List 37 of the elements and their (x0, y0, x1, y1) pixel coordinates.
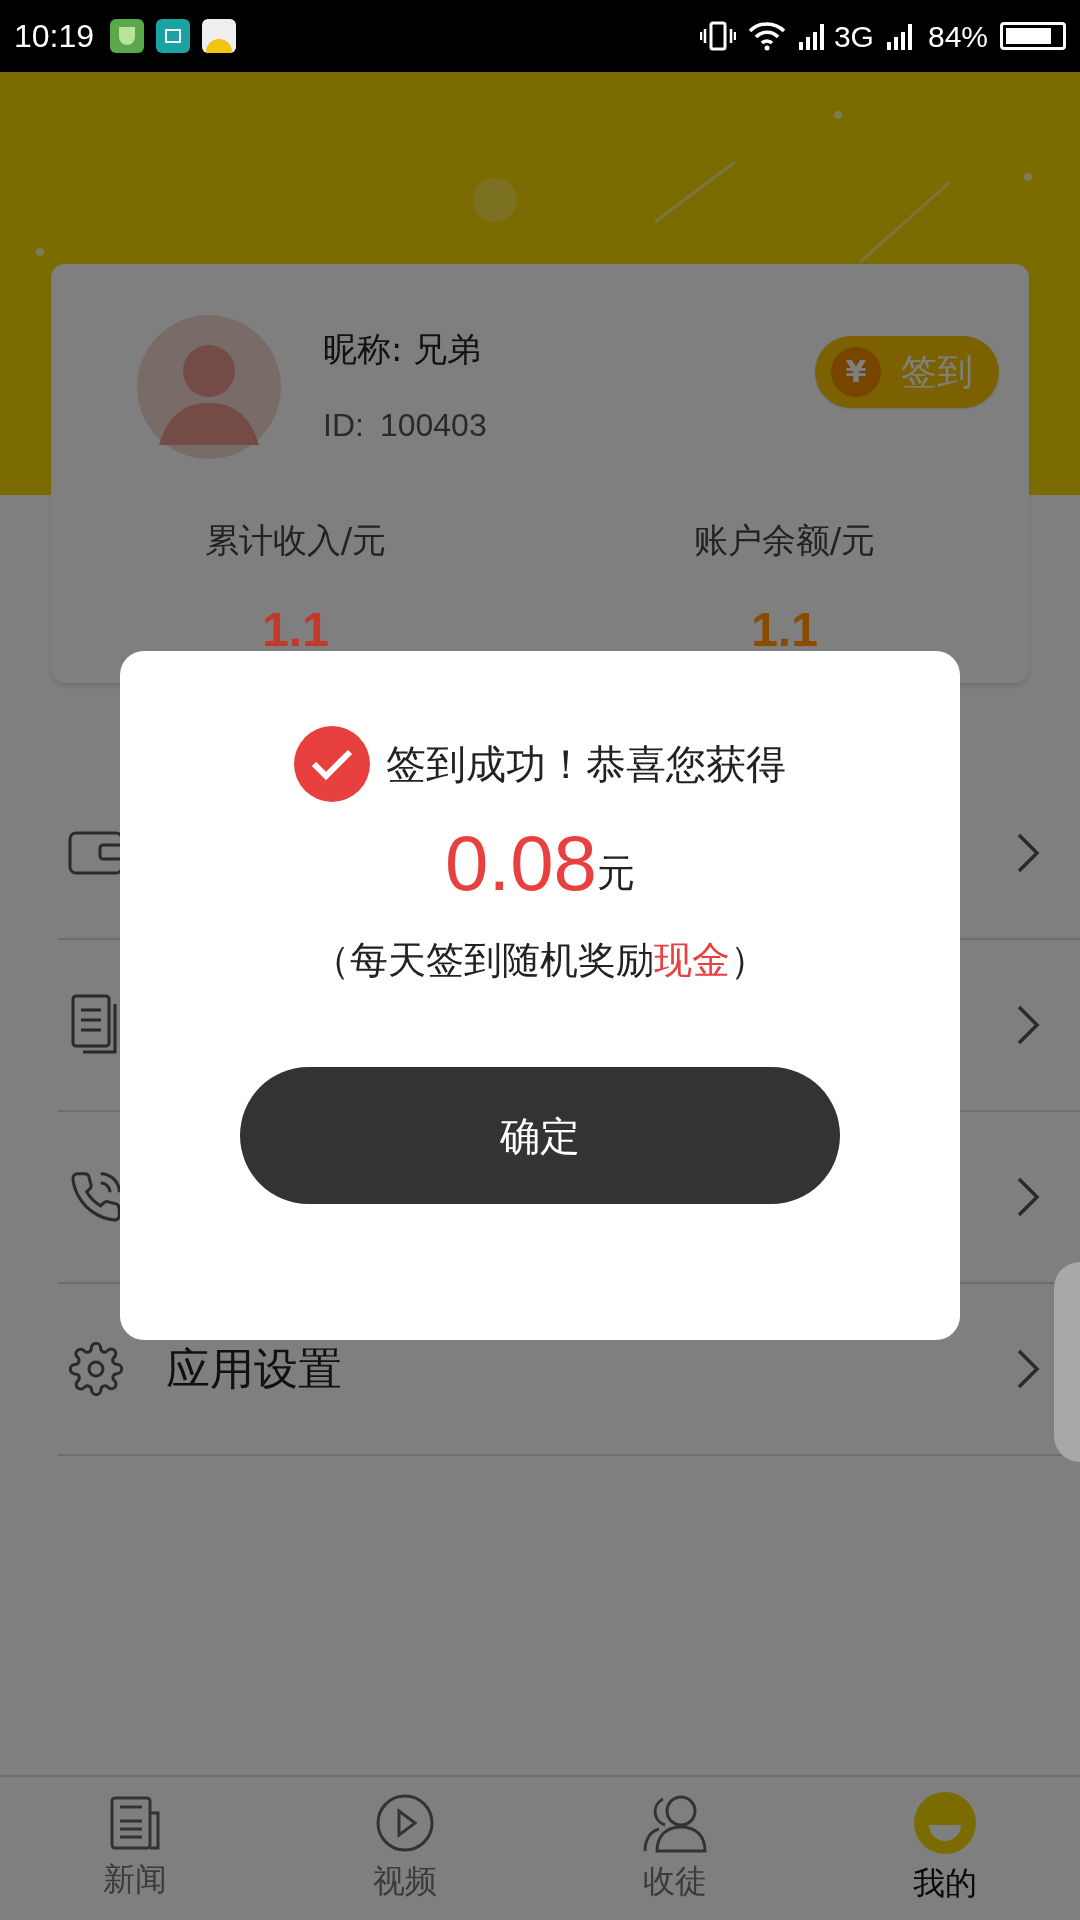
chevron-right-icon (1016, 1004, 1040, 1046)
scan-app-icon (156, 19, 191, 53)
stat-label: 账户余额/元 (693, 519, 876, 562)
id-label: ID: (323, 406, 364, 445)
currency-unit: 元 (596, 850, 635, 897)
network-type: 3G (833, 18, 874, 55)
newspaper-icon (108, 1794, 162, 1851)
stat-value: 1.1 (262, 602, 329, 658)
nav-tab[interactable]: 视频 (270, 1777, 540, 1920)
nav-tab[interactable]: 收徒 (540, 1777, 810, 1920)
nav-tab[interactable]: 我的 (810, 1777, 1080, 1920)
chevron-right-icon (1016, 832, 1040, 874)
chevron-right-icon (1016, 1348, 1040, 1390)
user-id: 100403 (379, 406, 487, 445)
floating-handle[interactable] (1054, 1262, 1080, 1462)
battery-icon (1000, 22, 1066, 50)
battery-percent: 84% (927, 18, 988, 55)
confirm-button[interactable]: 确定 (240, 1067, 840, 1204)
dialog-title: 签到成功！恭喜您获得 (386, 740, 786, 789)
nav-tab[interactable]: 新闻 (0, 1777, 270, 1920)
yen-icon: ¥ (831, 346, 881, 397)
play-icon (375, 1792, 435, 1853)
status-time: 10:19 (14, 17, 95, 56)
reward-amount: 0.08 (445, 824, 597, 902)
stat-label: 累计收入/元 (204, 519, 387, 562)
reward-note: （每天签到随机奖励现金） (312, 937, 768, 984)
check-icon (294, 726, 370, 802)
stat-value: 1.1 (751, 602, 818, 658)
chevron-right-icon (1016, 1176, 1040, 1218)
settings-icon (68, 1341, 124, 1397)
sign-in-button[interactable]: ¥ 签到 (815, 335, 999, 408)
nickname: 昵称: 兄弟 (323, 328, 483, 371)
wifi-icon (747, 21, 786, 51)
vibrate-icon (699, 21, 736, 51)
smiley-icon (913, 1790, 977, 1855)
app-icon (202, 19, 237, 53)
shield-app-icon (110, 19, 145, 53)
